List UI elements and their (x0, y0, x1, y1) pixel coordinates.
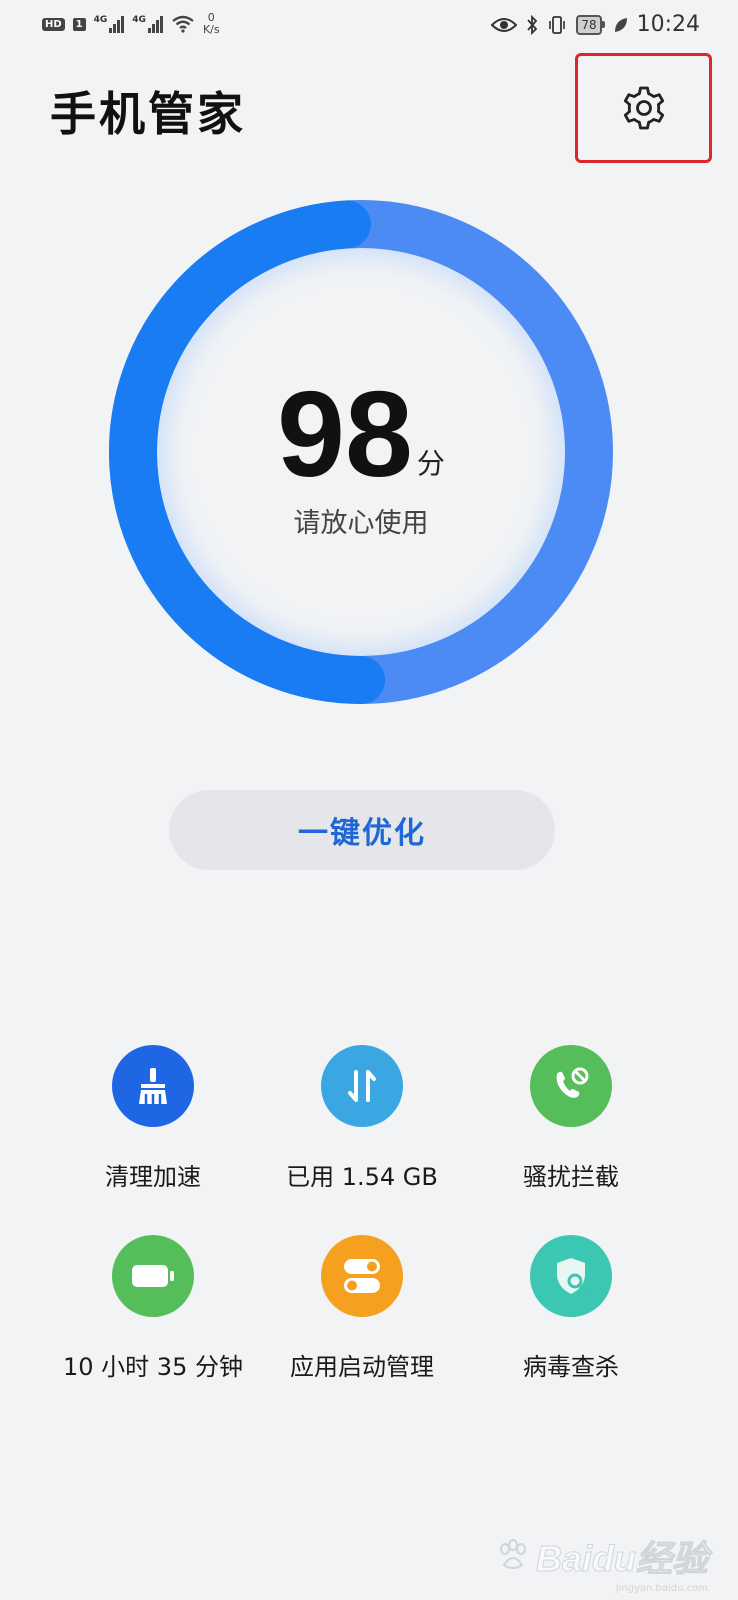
settings-button[interactable] (575, 53, 712, 163)
tool-clean-boost[interactable]: 清理加速 (33, 1045, 273, 1192)
score-unit: 分 (416, 447, 445, 480)
tool-label: 病毒查杀 (523, 1353, 619, 1381)
gear-icon (623, 86, 664, 130)
score-value-row: 98 分 (105, 366, 617, 502)
network-type-label: 4G (93, 15, 108, 25)
paw-icon (499, 1539, 526, 1569)
tool-label: 已用 1.54 GB (286, 1163, 438, 1191)
baidu-watermark: Baidu经验 jingyan.baidu.com (496, 1530, 709, 1594)
tool-label: 骚扰拦截 (523, 1163, 619, 1191)
tool-virus-scan[interactable]: 病毒查杀 (451, 1235, 691, 1382)
watermark-sub: jingyan.baidu.com (615, 1583, 708, 1594)
watermark-text: Baidu经验 (535, 1538, 708, 1580)
battery-icon (112, 1235, 194, 1317)
tool-label: 10 小时 35 分钟 (63, 1353, 243, 1381)
status-left: HD 1 4G 4G 0 K/s (42, 12, 220, 36)
tool-battery[interactable]: 10 小时 35 分钟 (33, 1235, 273, 1382)
page-title: 手机管家 (50, 87, 246, 141)
score-status: 请放心使用 (293, 508, 429, 539)
clock: 10:24 (636, 12, 700, 37)
score-ring: 98 分 请放心使用 (105, 196, 617, 708)
sim-badge: 1 (72, 17, 86, 31)
hd-badge: HD (42, 17, 65, 31)
speed-unit: K/s (202, 23, 220, 36)
network-speed: 0 K/s (203, 12, 220, 36)
tool-harassment-block[interactable]: 骚扰拦截 (451, 1045, 691, 1192)
signal-icon: 4G (94, 15, 125, 33)
wifi-icon (172, 15, 194, 33)
tool-data-usage[interactable]: 已用 1.54 GB (242, 1045, 482, 1192)
tool-label: 清理加速 (105, 1163, 201, 1191)
data-transfer-icon (321, 1045, 403, 1127)
bluetooth-icon (527, 14, 538, 35)
battery-indicator: 78 (576, 14, 605, 35)
status-right: 78 10:24 (491, 12, 700, 37)
one-click-optimize-button[interactable]: 一键优化 (169, 790, 555, 870)
score-value: 98 (277, 366, 413, 502)
signal-icon-2: 4G (132, 15, 163, 33)
broom-icon (112, 1045, 194, 1127)
network-type-label-2: 4G (132, 15, 146, 25)
score-center: 98 分 请放心使用 (105, 196, 617, 708)
leaf-icon (614, 17, 627, 32)
battery-level: 78 (576, 14, 602, 35)
shield-search-icon (530, 1235, 612, 1317)
status-bar: HD 1 4G 4G 0 K/s 78 10:24 (0, 0, 738, 56)
tool-label: 应用启动管理 (290, 1353, 434, 1381)
tool-app-launch[interactable]: 应用启动管理 (242, 1235, 482, 1382)
eye-icon (491, 17, 518, 32)
toggle-icon (321, 1235, 403, 1317)
vibrate-icon (549, 15, 566, 34)
call-block-icon (530, 1045, 612, 1127)
